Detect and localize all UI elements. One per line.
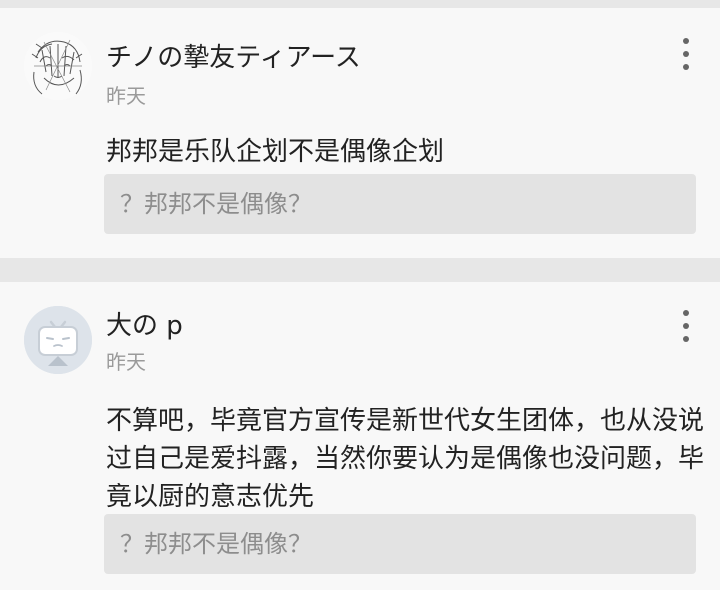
user-name[interactable]: チノの摯友ティアース [106, 42, 361, 74]
feed-top-gap [0, 0, 720, 8]
sketch-avatar-icon [24, 32, 92, 100]
comment-feed: チノの摯友ティアース 昨天 邦邦是乐队企划不是偶像企划 ？邦邦不是偶像？ 大の … [0, 0, 720, 590]
avatar[interactable] [24, 306, 92, 374]
comment-card: 大の p 昨天 不算吧，毕竟官方宣传是新世代女生团体，也从没说过自己是爱抖露，当… [0, 282, 720, 590]
avatar[interactable] [24, 32, 92, 100]
comment-text: 不算吧，毕竟官方宣传是新世代女生团体，也从没说过自己是爱抖露，当然你要认为是偶像… [106, 406, 705, 512]
more-options-icon[interactable] [676, 36, 696, 72]
related-tag[interactable]: ？邦邦不是偶像？ [104, 174, 696, 234]
user-name[interactable]: 大の p [106, 310, 183, 342]
related-tag[interactable]: ？邦邦不是偶像？ [104, 514, 696, 574]
comment-time: 昨天 [106, 350, 146, 374]
card-divider [0, 258, 720, 282]
bilibili-tv-avatar-icon [24, 306, 92, 374]
comment-time: 昨天 [106, 84, 146, 108]
comment-card: チノの摯友ティアース 昨天 邦邦是乐队企划不是偶像企划 ？邦邦不是偶像？ [0, 8, 720, 258]
more-options-icon[interactable] [676, 308, 696, 344]
comment-text: 邦邦是乐队企划不是偶像企划 [106, 137, 445, 167]
